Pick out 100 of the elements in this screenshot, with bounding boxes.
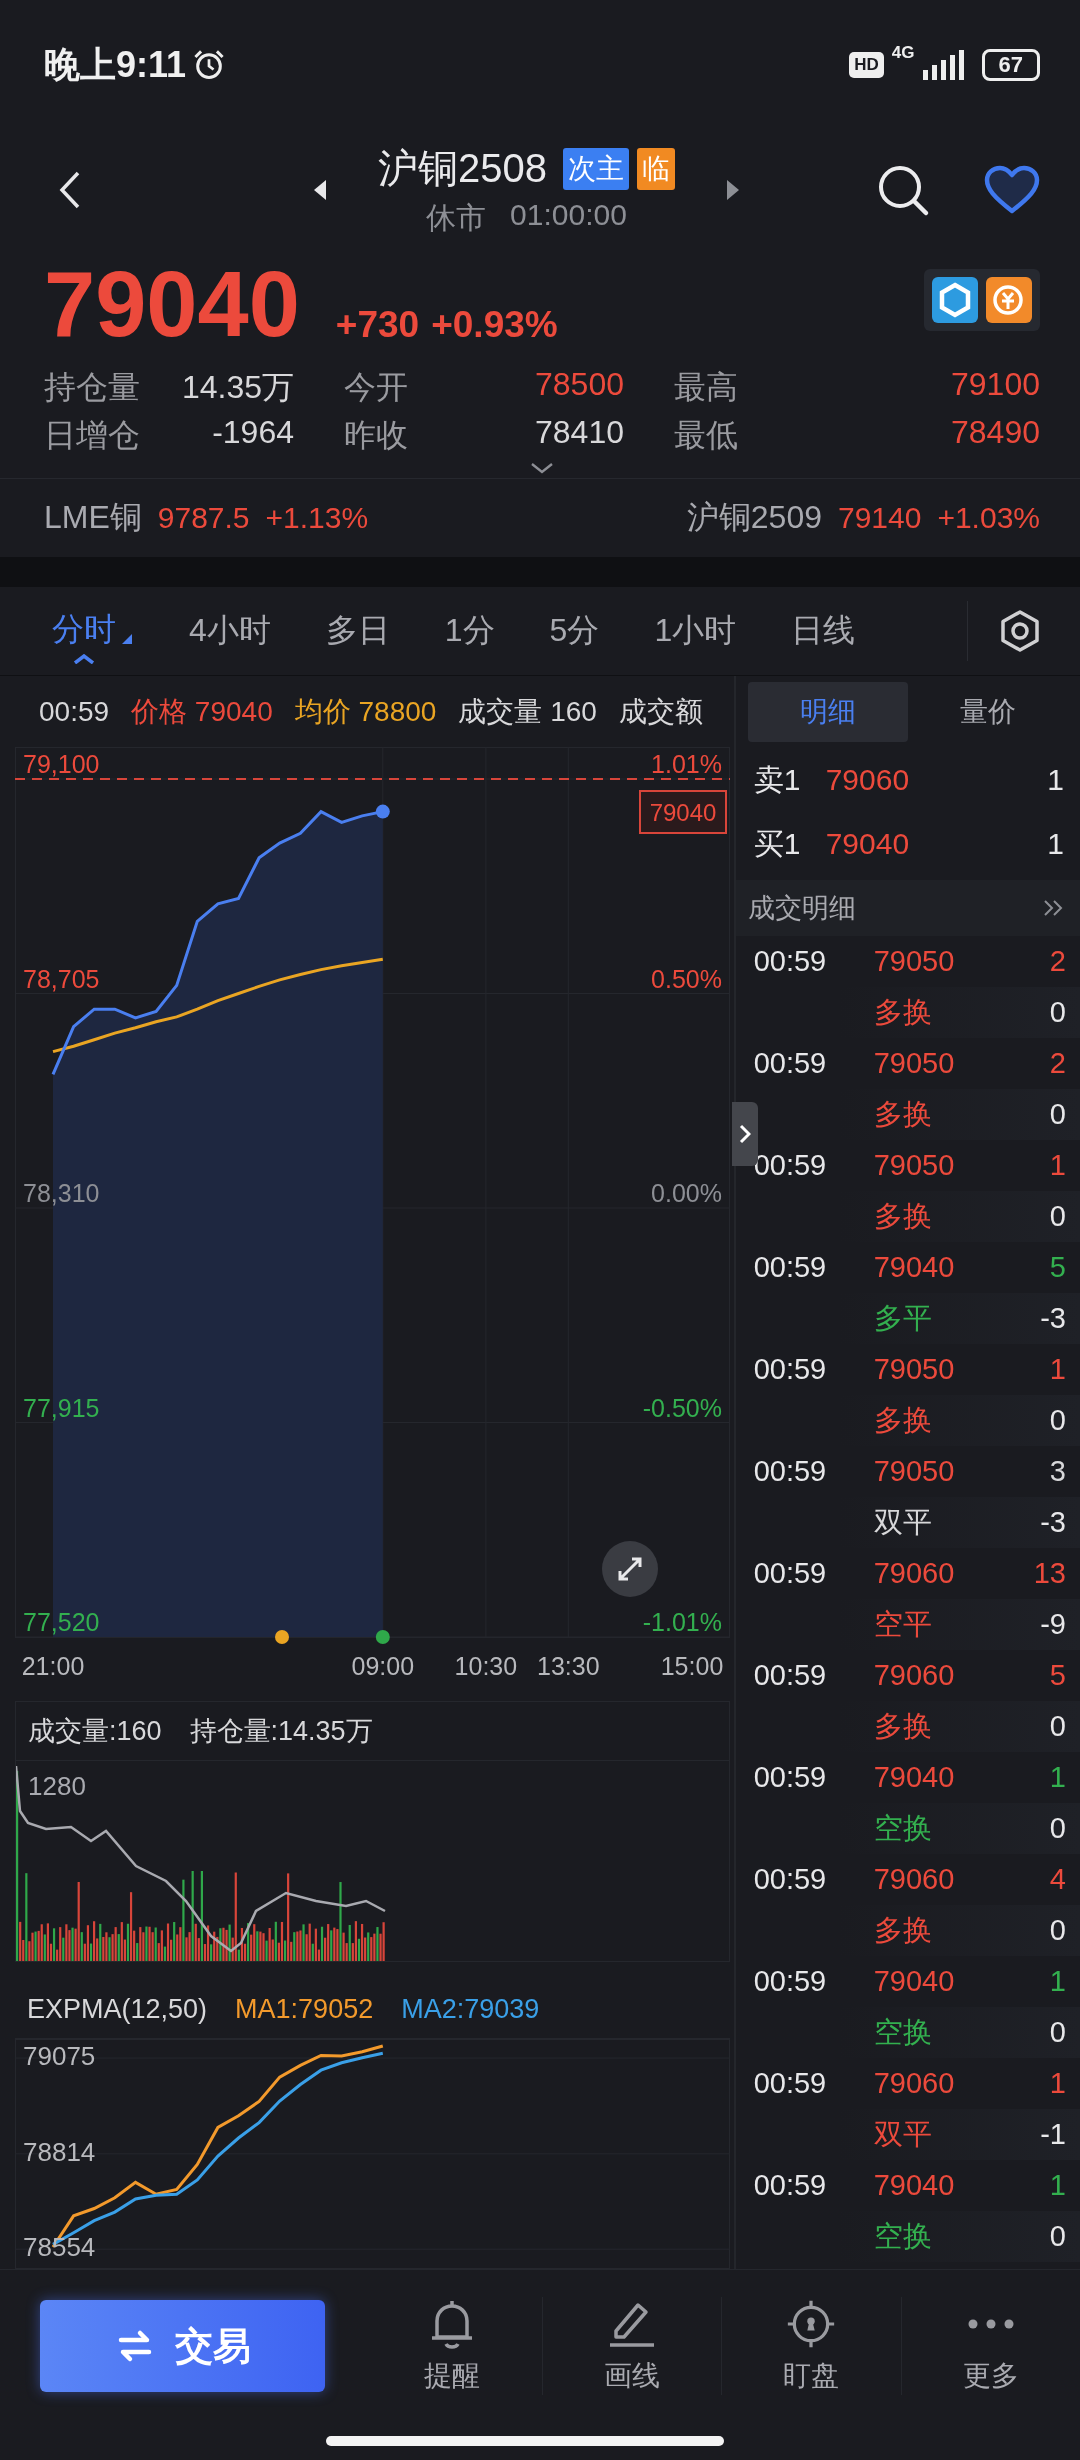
trade-time: 00:59: [753, 1353, 828, 1386]
related-contract-price: 79140: [837, 501, 922, 535]
trade-time: 00:59: [753, 1965, 828, 1998]
trade-time: 00:59: [753, 945, 828, 978]
toolbar-action[interactable]: 盯盘: [721, 2297, 901, 2395]
expand-button[interactable]: [602, 1541, 658, 1597]
open-interest-change: -3: [1040, 1302, 1066, 1335]
toolbar-action[interactable]: 更多: [900, 2297, 1080, 2395]
next-contract-icon[interactable]: [725, 178, 741, 202]
trade-price: 79060: [873, 2067, 955, 2100]
open-interest-change: -9: [1040, 1608, 1066, 1641]
order-volume: 1: [1047, 827, 1064, 861]
trade-volume: 5: [1049, 1251, 1066, 1284]
y-axis-label: 77,520: [23, 1608, 100, 1636]
open-interest-change: 0: [1049, 2016, 1066, 2049]
stat-label: 日增仓: [44, 416, 140, 455]
trade-time: 00:59: [753, 1659, 828, 1692]
open-interest-change: 0: [1049, 1710, 1066, 1743]
period-tab[interactable]: 多日: [325, 609, 390, 653]
y-axis-label: 78,705: [23, 964, 100, 993]
x-axis-label: 09:00: [351, 1652, 415, 1680]
y-axis-label: 79075: [23, 2040, 96, 2071]
ma2-value: MA2:79039: [401, 1993, 540, 2025]
volume-axis-label: 1280: [28, 1771, 86, 1802]
y-axis-label: 77,915: [23, 1393, 100, 1422]
period-tab[interactable]: 分时: [52, 596, 134, 666]
hexagon-app-icon[interactable]: [932, 277, 978, 323]
chart-header-value: 价格 79040: [131, 694, 273, 729]
toolbar-action[interactable]: 画线: [541, 2297, 721, 2395]
x-axis-label: 10:30: [454, 1652, 518, 1680]
trade-time: 00:59: [753, 1863, 828, 1896]
order-level: 买1: [753, 825, 802, 862]
open-interest-change: 0: [1049, 1914, 1066, 1947]
volume-value: 成交量:160: [28, 1715, 162, 1748]
related-contract-change: +1.03%: [937, 501, 1040, 535]
trade-time: 00:59: [753, 1251, 828, 1284]
period-tab[interactable]: 5分: [549, 609, 600, 653]
x-axis-label: 21:00: [21, 1652, 85, 1680]
expand-chevron-icon[interactable]: [530, 462, 554, 474]
contract-tag: 临: [637, 147, 675, 190]
percent-axis-label: 0.00%: [651, 1179, 722, 1207]
back-icon[interactable]: [58, 170, 82, 210]
related-contract-change: +1.13%: [265, 501, 369, 535]
y-axis-label: 78814: [23, 2136, 96, 2167]
trade-volume: 1: [1049, 1965, 1066, 1998]
stat-value: -1964: [212, 414, 294, 452]
current-price-tag: 79040: [639, 790, 727, 834]
x-axis-label: 13:30: [537, 1652, 600, 1680]
stat-label: 最高: [674, 368, 738, 407]
toolbar-action[interactable]: 提醒: [363, 2297, 542, 2395]
trade-volume: 2: [1049, 945, 1066, 978]
trade-time: 00:59: [753, 1557, 828, 1590]
trade-type: 空换: [873, 1810, 932, 1846]
last-price: 79040: [44, 258, 300, 350]
related-contract-price: 9787.5: [157, 501, 250, 535]
related-contract-name[interactable]: 沪铜2509: [686, 496, 822, 540]
stat-value: 78500: [535, 366, 624, 404]
currency-app-icon[interactable]: [986, 277, 1032, 323]
open-interest-change: 0: [1049, 1098, 1066, 1131]
stat-label: 最低: [674, 416, 738, 455]
percent-axis-label: -1.01%: [642, 1608, 722, 1636]
previous-contract-icon[interactable]: [312, 178, 328, 202]
percent-axis-label: 0.50%: [651, 964, 722, 993]
open-interest-change: 0: [1049, 2220, 1066, 2253]
heart-icon[interactable]: [984, 165, 1040, 215]
period-tab[interactable]: 4小时: [189, 609, 271, 653]
search-icon[interactable]: [876, 163, 930, 217]
detail-tab[interactable]: 明细: [747, 682, 908, 742]
period-tab[interactable]: 1小时: [654, 609, 737, 653]
trade-price: 79040: [873, 1965, 955, 1998]
trade-type: 多换: [873, 1912, 932, 1948]
chart-header-value: 成交额: [618, 694, 703, 729]
open-interest-change: 0: [1049, 1200, 1066, 1233]
period-tab[interactable]: 1分: [444, 609, 495, 653]
trade-price: 79040: [873, 2169, 955, 2202]
clock-time: 晚上9:11: [44, 42, 187, 87]
period-tab[interactable]: 日线: [791, 609, 856, 653]
trade-volume: 1: [1049, 1761, 1066, 1794]
trade-type: 多换: [873, 1402, 932, 1438]
pencil-icon: [608, 2301, 655, 2347]
double-chevron-icon[interactable]: [1042, 899, 1064, 917]
price-change-percent: +0.93%: [431, 304, 558, 346]
detail-tab[interactable]: 量价: [907, 682, 1068, 742]
settings-icon[interactable]: [998, 609, 1042, 653]
order-level: 卖1: [753, 761, 802, 798]
trade-type: 多换: [873, 1198, 932, 1234]
session-marker: [275, 1630, 289, 1644]
trade-time: 00:59: [753, 2169, 828, 2202]
related-contract-name[interactable]: LME铜: [44, 496, 142, 540]
percent-axis-label: 1.01%: [651, 750, 722, 778]
more-icon: [967, 2319, 1014, 2329]
open-interest-change: 0: [1049, 1404, 1066, 1437]
battery-level: 67: [981, 49, 1040, 81]
trade-button[interactable]: 交易: [40, 2300, 325, 2392]
contract-title: 沪铜2508: [378, 145, 547, 192]
selected-caret-icon: [72, 654, 96, 664]
trade-price: 79040: [873, 1761, 955, 1794]
stat-label: 今开: [344, 368, 408, 407]
percent-axis-label: -0.50%: [642, 1393, 722, 1422]
y-axis-label: 79,100: [23, 750, 100, 778]
